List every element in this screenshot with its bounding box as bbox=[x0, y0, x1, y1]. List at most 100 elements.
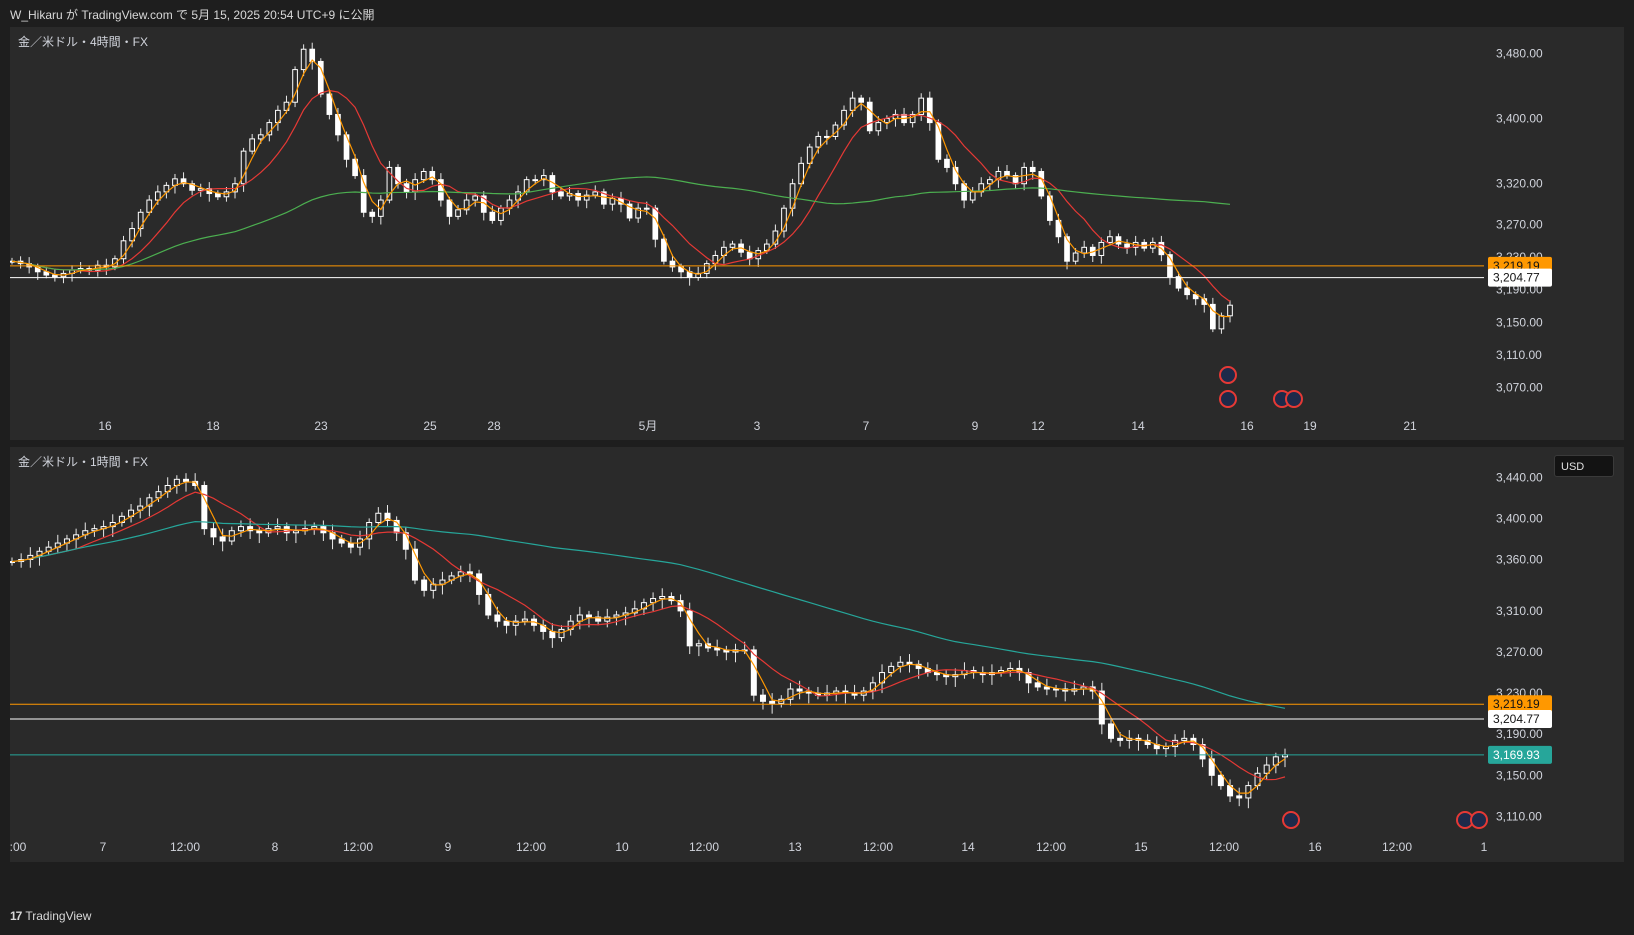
candle-body bbox=[558, 191, 564, 197]
y-tick-label: 3,400.00 bbox=[1496, 112, 1543, 126]
y-tick-label: 3,400.00 bbox=[1496, 511, 1543, 525]
candle-body bbox=[750, 649, 757, 696]
candle-body bbox=[759, 694, 766, 702]
y-tick-label: 3,480.00 bbox=[1496, 46, 1543, 60]
currency-button[interactable]: USD bbox=[1554, 455, 1614, 477]
chart-1h-svg[interactable]: 3,440.00 3,400.00 3,360.00 3,310.00 3,270.00… bbox=[10, 447, 1624, 862]
candle-body bbox=[420, 171, 427, 181]
y-tick-label: 3,110.00 bbox=[1496, 809, 1542, 823]
candle-body bbox=[52, 274, 58, 278]
level-badge-label: 3,204.77 bbox=[1493, 271, 1540, 285]
candle-body bbox=[375, 512, 382, 523]
x-tick-label: 25 bbox=[423, 419, 437, 433]
x-tick-label: 14 bbox=[1131, 419, 1145, 433]
candle-body bbox=[1038, 171, 1045, 197]
x-tick-label: 12:00 bbox=[170, 840, 200, 854]
y-tick-label: 3,360.00 bbox=[1496, 553, 1543, 567]
candle-body bbox=[472, 195, 479, 201]
candle-body bbox=[292, 530, 299, 534]
x-tick-label: 16 bbox=[98, 419, 112, 433]
candle-body bbox=[884, 118, 890, 124]
y-tick-label: 3,270.00 bbox=[1496, 218, 1543, 232]
candle-body bbox=[866, 101, 873, 132]
candle-body bbox=[695, 643, 702, 647]
footer-brand[interactable]: 17 TradingView bbox=[10, 909, 91, 923]
candle-body bbox=[1218, 315, 1225, 330]
candle-body bbox=[824, 135, 830, 138]
candle-body bbox=[969, 191, 976, 201]
candle-body bbox=[592, 191, 599, 196]
x-tick-label: 19 bbox=[1303, 419, 1317, 433]
chart-title: 金／米ドル・4時間・FX bbox=[18, 35, 149, 49]
x-tick-label: 16 bbox=[1308, 840, 1322, 854]
candle-body bbox=[1236, 795, 1243, 799]
candle-body bbox=[815, 135, 822, 148]
candle-body bbox=[585, 614, 592, 618]
x-tick-label: 12 bbox=[1031, 419, 1045, 433]
candle-body bbox=[1184, 287, 1190, 296]
candle-body bbox=[604, 616, 611, 622]
candle-body bbox=[503, 620, 510, 626]
x-tick-label: 1 bbox=[1481, 840, 1488, 854]
y-tick-label: 3,150.00 bbox=[1496, 768, 1543, 782]
candle-body bbox=[455, 209, 461, 217]
candle-body bbox=[1227, 304, 1233, 317]
candle-body bbox=[858, 97, 865, 103]
candle-body bbox=[1004, 171, 1010, 177]
chart-pane-4h[interactable]: 金／米ドル・4時間・FX 3,480.00 3,400.00 3,320.00 3,2… bbox=[10, 27, 1624, 440]
x-tick-label: 15 bbox=[1134, 840, 1148, 854]
x-tick-label: 10 bbox=[615, 840, 629, 854]
candle-body bbox=[729, 243, 736, 248]
x-tick-label: 12:00 bbox=[343, 840, 373, 854]
candle-body bbox=[1117, 737, 1124, 741]
candle-body bbox=[249, 138, 256, 152]
x-tick-label: 12:00 bbox=[863, 840, 893, 854]
candle-body bbox=[326, 93, 333, 115]
candle-body bbox=[237, 526, 244, 532]
x-tick-label: 9 bbox=[445, 840, 452, 854]
us-event-icon bbox=[1282, 811, 1300, 829]
candle-body bbox=[421, 579, 428, 591]
x-tick-label: 12:00 bbox=[1382, 840, 1412, 854]
candle-body bbox=[274, 526, 281, 530]
candle-body bbox=[1107, 723, 1114, 739]
candle-body bbox=[849, 97, 856, 111]
candle-body bbox=[1217, 774, 1224, 787]
us-event-icon bbox=[1219, 390, 1237, 408]
candle-body bbox=[796, 688, 803, 692]
level-badge-label: 3,169.93 bbox=[1493, 748, 1540, 762]
y-tick-label: 3,150.00 bbox=[1496, 315, 1543, 329]
candle-body bbox=[210, 528, 217, 538]
x-tick-label: 18 bbox=[206, 419, 220, 433]
candle-body bbox=[1175, 276, 1182, 289]
candle-body bbox=[769, 700, 776, 704]
chart-4h-svg[interactable]: 3,480.003,400.003,320.003,270.003,230.00… bbox=[10, 27, 1624, 440]
x-tick-label: 12:00 bbox=[1036, 840, 1066, 854]
x-tick-label: 7 bbox=[100, 840, 107, 854]
y-tick-label: 3,070.00 bbox=[1496, 381, 1543, 395]
x-tick-label: 5月 bbox=[639, 419, 658, 433]
candle-body bbox=[521, 618, 528, 622]
candle-body bbox=[257, 134, 264, 140]
candle-body bbox=[1081, 246, 1088, 254]
candle-body bbox=[549, 630, 556, 639]
y-tick-label: 3,110.00 bbox=[1496, 348, 1542, 362]
x-tick-label: 3 bbox=[754, 419, 761, 433]
chart-title: 金／米ドル・1時間・FX bbox=[18, 455, 149, 469]
candle-body bbox=[558, 628, 565, 639]
brand-name: TradingView bbox=[25, 909, 92, 923]
us-event-icon bbox=[1219, 366, 1237, 384]
candle-body bbox=[369, 211, 376, 217]
candle-body bbox=[652, 207, 659, 240]
x-tick-label: 23 bbox=[314, 419, 328, 433]
y-tick-label: 3,440.00 bbox=[1496, 470, 1543, 484]
candle-body bbox=[476, 573, 483, 595]
candle-body bbox=[1115, 236, 1122, 245]
candle-body bbox=[256, 530, 263, 534]
x-tick-label: 9 bbox=[972, 419, 979, 433]
chart-pane-1h[interactable]: 金／米ドル・1時間・FX USD 3,440.00 3,400.00 3,360.0… bbox=[10, 447, 1624, 862]
candle-body bbox=[347, 542, 354, 548]
x-tick-label: 14 bbox=[961, 840, 975, 854]
candle-body bbox=[1124, 243, 1130, 248]
candle-body bbox=[446, 199, 453, 217]
